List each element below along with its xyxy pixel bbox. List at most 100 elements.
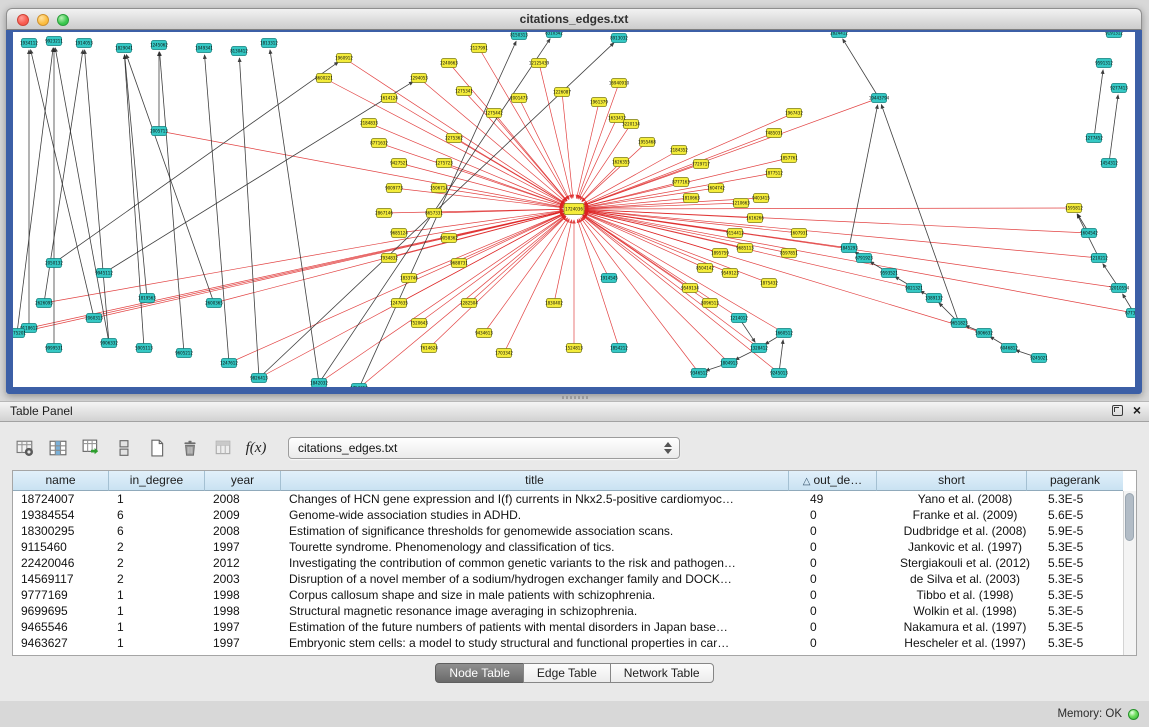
graph-node[interactable]: 9651823 [950, 319, 968, 328]
graph-node[interactable]: 1626355 [612, 158, 630, 167]
graph-node[interactable]: 8310342 [545, 32, 563, 38]
graph-node[interactable]: 7729717 [692, 160, 710, 169]
cell-year[interactable]: 1998 [205, 587, 281, 603]
rows-icon[interactable] [111, 435, 137, 461]
table-row[interactable]: 2242004622012Investigating the contribut… [13, 555, 1136, 571]
cell-title[interactable]: Genome-wide association studies in ADHD. [281, 507, 802, 523]
graph-node[interactable]: 3506714 [430, 184, 448, 193]
cell-year[interactable]: 2003 [205, 571, 281, 587]
column-header-year[interactable]: year [205, 471, 281, 491]
cell-name[interactable]: 18724007 [13, 491, 109, 507]
cell-name[interactable]: 9465546 [13, 619, 109, 635]
graph-node[interactable]: 1753052 [350, 384, 368, 388]
cell-in_degree[interactable]: 2 [109, 539, 205, 555]
graph-node[interactable]: 1960912 [335, 54, 353, 63]
graph-node[interactable]: 1810663 [682, 194, 700, 203]
graph-node[interactable]: 9075201 [13, 329, 26, 338]
graph-node[interactable]: 9688731 [450, 259, 468, 268]
column-header-title[interactable]: title [281, 471, 789, 491]
cell-year[interactable]: 1998 [205, 603, 281, 619]
graph-node[interactable]: 1049341 [195, 44, 213, 53]
graph-node[interactable]: 2001473 [510, 94, 528, 103]
cell-year[interactable]: 1997 [205, 539, 281, 555]
graph-node[interactable]: 1247612 [220, 359, 238, 368]
graph-node[interactable]: 8096513 [701, 299, 719, 308]
graph-node[interactable]: 7934832 [380, 254, 398, 263]
graph-node[interactable]: 2050132 [45, 259, 63, 268]
cell-short[interactable]: Stergiakouli et al. (2012) [890, 555, 1040, 571]
column-header-in-degree[interactable]: in_degree [109, 471, 205, 491]
cell-short[interactable]: Franke et al. (2009) [890, 507, 1040, 523]
graph-node[interactable]: 1595812 [1065, 204, 1083, 213]
graph-node[interactable]: 2184833 [360, 119, 378, 128]
graph-node[interactable]: 9434613 [475, 329, 493, 338]
graph-node[interactable]: 1277452 [1085, 134, 1103, 143]
cell-pagerank[interactable]: 5.3E-5 [1040, 539, 1136, 555]
graph-node[interactable]: 1804913 [720, 359, 738, 368]
graph-node[interactable]: 1842032 [310, 379, 328, 388]
graph-node[interactable]: 9945112 [95, 269, 113, 278]
graph-node[interactable]: 9009773 [385, 184, 403, 193]
graph-node[interactable]: 1703342 [495, 349, 513, 358]
graph-node[interactable]: 1245062 [150, 41, 168, 50]
graph-node[interactable]: 1214012 [730, 314, 748, 323]
cell-year[interactable]: 2009 [205, 507, 281, 523]
table-row[interactable]: 969969511998Structural magnetic resonanc… [13, 603, 1136, 619]
table-row[interactable]: 1938455462009Genome-wide association stu… [13, 507, 1136, 523]
column-header-name[interactable]: name [13, 471, 109, 491]
cell-in_degree[interactable]: 6 [109, 523, 205, 539]
graph-node[interactable]: 1660512 [775, 329, 793, 338]
graph-node[interactable]: 8771632 [370, 139, 388, 148]
cell-title[interactable]: Investigating the contribution of common… [281, 555, 802, 571]
cell-year[interactable]: 2012 [205, 555, 281, 571]
table-row[interactable]: 946554611997Estimation of the future num… [13, 619, 1136, 635]
show-columns-icon[interactable] [45, 435, 71, 461]
cell-title[interactable]: Estimation of significance thresholds fo… [281, 523, 802, 539]
minimize-window-button[interactable] [37, 14, 49, 26]
close-panel-icon[interactable]: × [1133, 405, 1141, 416]
graph-node[interactable]: 9058362 [440, 234, 458, 243]
cell-name[interactable]: 14569117 [13, 571, 109, 587]
cell-out_degree[interactable]: 0 [802, 539, 890, 555]
graph-node[interactable]: 1210212 [1090, 254, 1108, 263]
delete-table-icon[interactable] [177, 435, 203, 461]
cell-name[interactable]: 9699695 [13, 603, 109, 619]
cell-in_degree[interactable]: 6 [109, 507, 205, 523]
table-row[interactable]: 1456911722003Disruption of a novel membe… [13, 571, 1136, 587]
cell-pagerank[interactable]: 5.6E-5 [1040, 507, 1136, 523]
graph-node[interactable]: 3389132 [925, 294, 943, 303]
cell-in_degree[interactable]: 2 [109, 571, 205, 587]
column-header-pagerank[interactable]: pagerank [1027, 471, 1123, 491]
graph-node[interactable]: 9346512 [690, 369, 708, 378]
graph-node[interactable]: 1226087 [553, 88, 571, 97]
table-scrollbar-thumb[interactable] [1125, 493, 1134, 541]
graph-node[interactable]: 1895759 [711, 249, 729, 258]
cell-in_degree[interactable]: 1 [109, 587, 205, 603]
cell-in_degree[interactable]: 1 [109, 603, 205, 619]
cell-in_degree[interactable]: 2 [109, 555, 205, 571]
cell-out_degree[interactable]: 0 [802, 587, 890, 603]
table-row[interactable]: 911546021997Tourette syndrome. Phenomeno… [13, 539, 1136, 555]
column-header-out-degree[interactable]: △out_de… [789, 471, 877, 491]
graph-node[interactable]: 1275723 [435, 159, 453, 168]
cell-name[interactable]: 9777169 [13, 587, 109, 603]
graph-node[interactable]: 1961379 [590, 98, 608, 107]
graph-node[interactable]: 2626095 [35, 299, 53, 308]
graph-node[interactable]: 1833746 [400, 274, 418, 283]
table-row[interactable]: 1872400712008Changes of HCN gene express… [13, 491, 1136, 507]
cell-out_degree[interactable]: 0 [802, 603, 890, 619]
table-mode-icon[interactable] [12, 435, 38, 461]
graph-node[interactable]: 9906332 [100, 339, 118, 348]
tab-edge-table[interactable]: Edge Table [523, 663, 611, 683]
graph-node[interactable]: 7520643 [410, 319, 428, 328]
graph-node[interactable]: 3220134 [622, 120, 640, 129]
network-window-titlebar[interactable]: citations_edges.txt [6, 8, 1142, 30]
graph-node[interactable]: 9277413 [1110, 84, 1128, 93]
table-row[interactable]: 977716911998Corpus callosum shape and si… [13, 587, 1136, 603]
graph-node[interactable]: 2240663 [440, 59, 458, 68]
graph-node[interactable]: 9245021 [1030, 354, 1048, 363]
table-row[interactable]: 946362711997Embryonic stem cells: a mode… [13, 635, 1136, 651]
graph-node[interactable]: 6046812 [1000, 344, 1018, 353]
cell-pagerank[interactable]: 5.3E-5 [1040, 571, 1136, 587]
graph-node[interactable]: 1275341 [455, 87, 473, 96]
